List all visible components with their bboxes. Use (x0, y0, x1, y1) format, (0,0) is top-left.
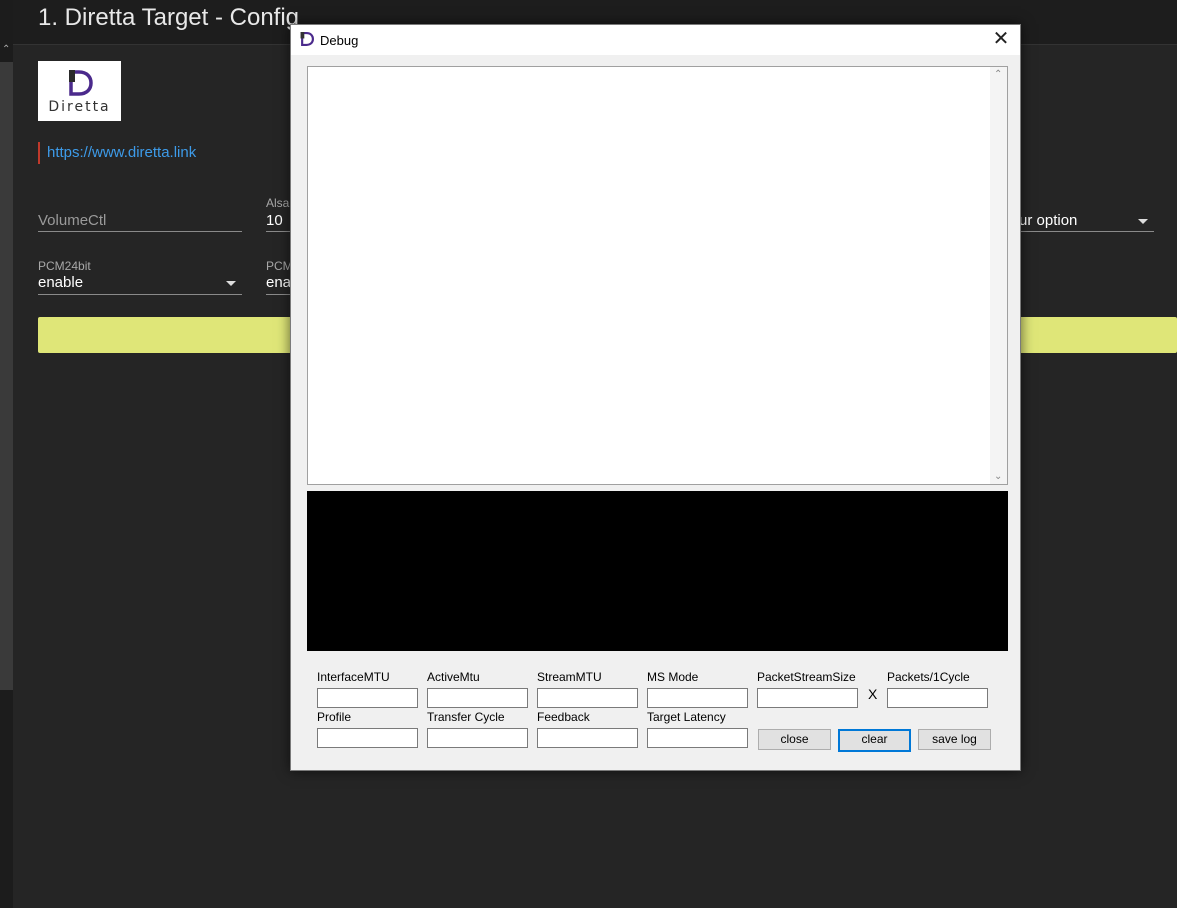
packets-per-cycle-input[interactable] (887, 688, 988, 708)
interface-mtu-input[interactable] (317, 688, 418, 708)
transfer-cycle-label: Transfer Cycle (427, 710, 505, 724)
option-select[interactable]: ur option (1019, 209, 1154, 232)
diretta-app-icon (300, 32, 314, 46)
profile-label: Profile (317, 710, 352, 724)
interface-mtu-label: InterfaceMTU (317, 670, 390, 684)
debug-dialog: Debug ✕ ⌃ ⌄ InterfaceMTU ActiveMtu Strea… (290, 24, 1021, 771)
pcm24bit-select[interactable]: enable (38, 272, 242, 295)
scroll-down-icon[interactable]: ⌄ (994, 471, 1002, 482)
pcm24bit-label: PCM24bit (38, 259, 91, 273)
chevron-down-icon (226, 281, 236, 286)
stream-mtu-label: StreamMTU (537, 670, 602, 684)
alsa-value: 10 (266, 212, 283, 229)
target-latency-label: Target Latency (647, 710, 726, 724)
debug-log-textarea[interactable]: ⌃ ⌄ (307, 66, 1008, 485)
packet-stream-size-label: PacketStreamSize (757, 670, 856, 684)
log-scrollbar[interactable]: ⌃ ⌄ (990, 67, 1007, 484)
transfer-cycle-input[interactable] (427, 728, 528, 748)
left-scrollbar[interactable]: ⌃ (0, 0, 13, 908)
volumectl-placeholder: VolumeCtl (38, 212, 107, 229)
ms-mode-label: MS Mode (647, 670, 699, 684)
volumectl-field[interactable]: VolumeCtl (38, 209, 242, 232)
close-button[interactable]: close (758, 729, 831, 750)
scrollbar-thumb[interactable] (0, 62, 13, 690)
pcm-select[interactable]: ena (266, 272, 290, 295)
target-latency-input[interactable] (647, 728, 748, 748)
pcm-label: PCM (266, 259, 293, 273)
scroll-up-icon[interactable]: ⌃ (2, 44, 10, 55)
dialog-title: Debug (320, 33, 359, 48)
diretta-logo-icon (69, 70, 93, 96)
active-mtu-input[interactable] (427, 688, 528, 708)
close-icon[interactable]: ✕ (990, 28, 1012, 50)
logo-text: Diretta (48, 99, 111, 115)
chevron-down-icon (1138, 219, 1148, 224)
packet-stream-size-input[interactable] (757, 688, 858, 708)
times-sign: X (868, 686, 878, 702)
active-mtu-label: ActiveMtu (427, 670, 480, 684)
diretta-logo: Diretta (38, 61, 121, 121)
stream-mtu-input[interactable] (537, 688, 638, 708)
feedback-label: Feedback (537, 710, 590, 724)
pcm24bit-value: enable (38, 274, 84, 291)
option-placeholder: ur option (1019, 212, 1078, 229)
page-title: 1. Diretta Target - Config (38, 4, 300, 31)
pcm-value: ena (266, 274, 290, 291)
alsa-label: Alsa (266, 196, 290, 210)
debug-console-panel (307, 491, 1008, 651)
clear-button[interactable]: clear (838, 729, 911, 752)
save-log-button[interactable]: save log (918, 729, 991, 750)
profile-input[interactable] (317, 728, 418, 748)
packets-per-cycle-label: Packets/1Cycle (887, 670, 970, 684)
dialog-titlebar[interactable]: Debug ✕ (291, 25, 1020, 55)
scroll-up-icon[interactable]: ⌃ (994, 69, 1002, 80)
alsa-field[interactable]: 10 (266, 209, 290, 232)
ms-mode-input[interactable] (647, 688, 748, 708)
diretta-link[interactable]: https://www.diretta.link (38, 142, 196, 164)
feedback-input[interactable] (537, 728, 638, 748)
